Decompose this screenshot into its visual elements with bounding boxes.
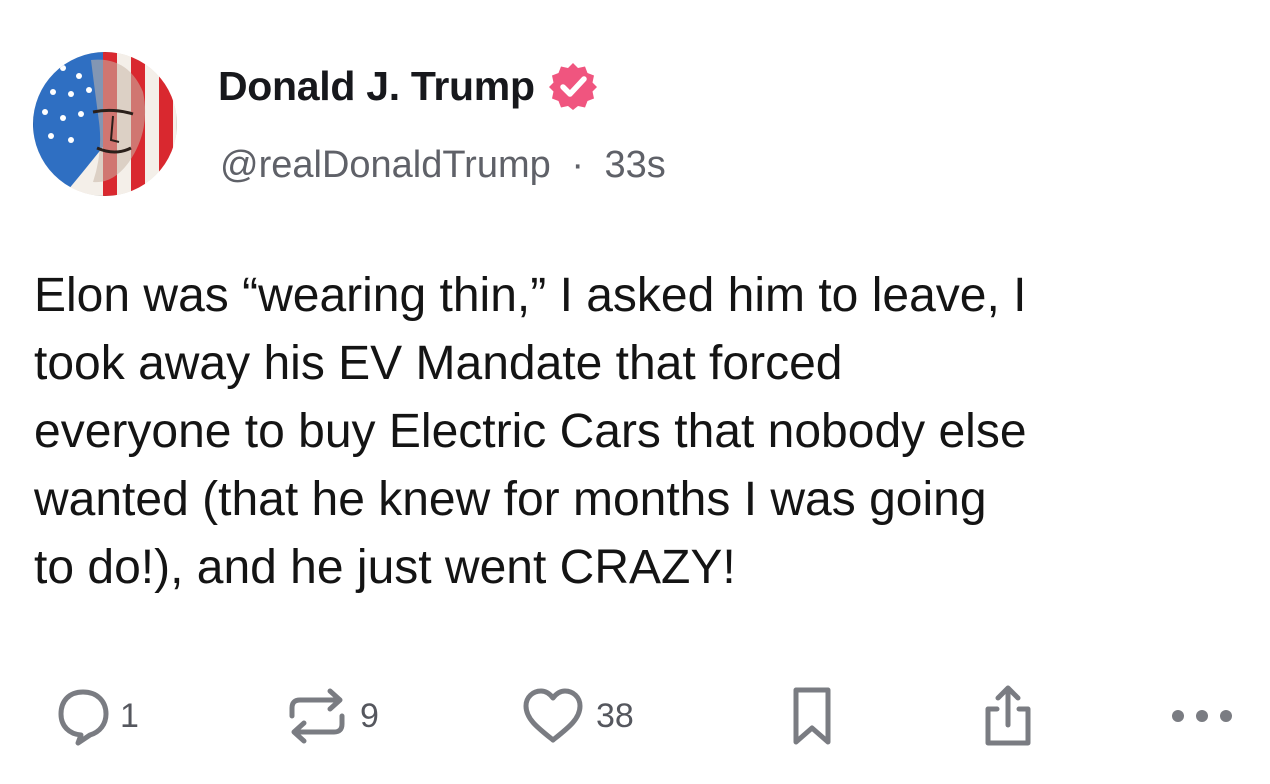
author-handle[interactable]: @realDonaldTrump bbox=[220, 144, 551, 186]
reply-count: 1 bbox=[120, 696, 139, 735]
more-icon bbox=[1172, 710, 1232, 722]
share-button[interactable] bbox=[978, 676, 1038, 756]
like-count: 38 bbox=[596, 696, 634, 735]
verified-badge-icon bbox=[548, 63, 597, 110]
post-text-line: to do!), and he just went CRAZY! bbox=[34, 541, 736, 594]
like-button[interactable]: 38 bbox=[520, 676, 634, 756]
reply-button[interactable]: 1 bbox=[56, 676, 139, 756]
reply-icon bbox=[58, 689, 109, 746]
share-icon bbox=[985, 685, 1031, 746]
author-name-row: Donald J. Trump bbox=[218, 58, 599, 114]
post-body: Elon was “wearing thin,” I asked him to … bbox=[34, 262, 1254, 602]
like-icon bbox=[523, 688, 583, 743]
repost-icon bbox=[289, 688, 345, 744]
repost-button[interactable]: 9 bbox=[284, 676, 379, 756]
post-action-bar: 1 9 38 bbox=[0, 676, 1270, 756]
post-text-line: everyone to buy Electric Cars that nobod… bbox=[34, 405, 1027, 458]
more-options-button[interactable] bbox=[1168, 676, 1240, 756]
meta-separator: · bbox=[571, 144, 584, 186]
author-display-name[interactable]: Donald J. Trump bbox=[218, 63, 535, 110]
flag-portrait-avatar-icon bbox=[33, 52, 177, 196]
author-avatar[interactable] bbox=[33, 52, 177, 196]
post-time[interactable]: 33s bbox=[605, 144, 666, 186]
bookmark-button[interactable] bbox=[786, 676, 838, 756]
post-text-line: took away his EV Mandate that forced bbox=[34, 337, 843, 390]
post-text-line: wanted (that he knew for months I was go… bbox=[34, 473, 987, 526]
post-text-line: Elon was “wearing thin,” I asked him to … bbox=[34, 269, 1027, 322]
repost-count: 9 bbox=[360, 696, 379, 735]
bookmark-icon bbox=[793, 687, 831, 745]
author-meta: @realDonaldTrump · 33s bbox=[220, 144, 666, 187]
